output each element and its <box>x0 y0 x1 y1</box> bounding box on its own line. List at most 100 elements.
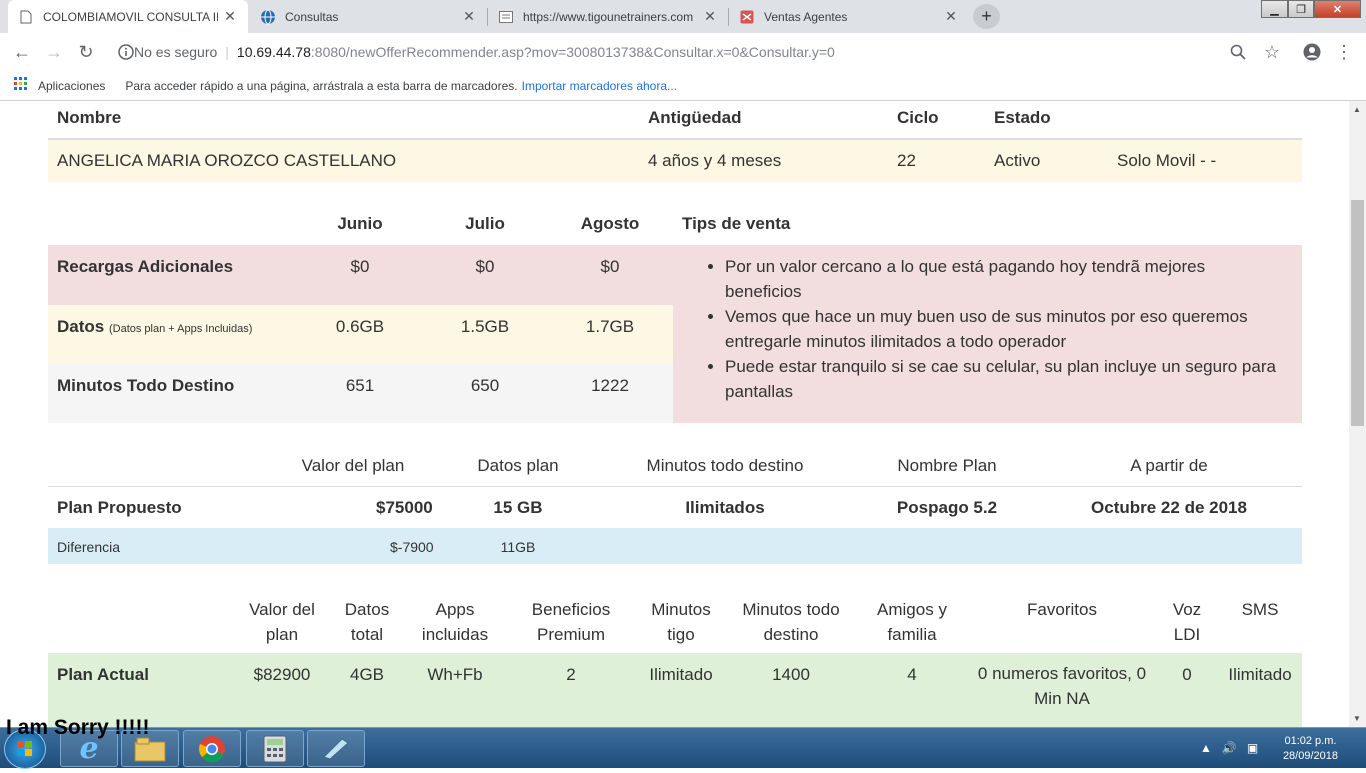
not-secure-label: No es seguro <box>134 44 218 60</box>
scrollbar-thumb[interactable] <box>1351 200 1364 426</box>
usage-value: $0 <box>475 257 495 276</box>
usage-row-datos: Datos (Datos plan + Apps Incluidas) 0.6G… <box>48 305 673 364</box>
usage-value: 650 <box>470 376 500 395</box>
taskbar-notes[interactable] <box>307 730 365 767</box>
usage-label-wrap: Datos (Datos plan + Apps Incluidas) <box>57 317 252 337</box>
tab-title: Ventas Agentes <box>764 9 848 24</box>
usage-row-minutos: Minutos Todo Destino 651 650 1222 <box>48 364 673 423</box>
current-header: Minutos todo destino <box>742 600 840 644</box>
url-separator: | <box>225 44 229 60</box>
tips-header: Tips de venta <box>682 214 791 233</box>
difference-label: Diferencia <box>57 539 121 555</box>
current-header: SMS <box>1241 600 1279 619</box>
current-label: Plan Actual <box>57 665 149 684</box>
current-value: Ilimitado <box>1228 665 1292 684</box>
browser-window: COLOMBIAMOVIL CONSULTA IN ✕ Consultas ✕ … <box>0 0 1366 769</box>
tray-expand-icon[interactable]: ▲ <box>1200 741 1212 755</box>
tab-strip: COLOMBIAMOVIL CONSULTA IN ✕ Consultas ✕ … <box>0 0 1366 33</box>
header-nombre-plan: Nombre Plan <box>897 456 997 475</box>
browser-toolbar: ← → ↻ No es seguro | 10.69.44.78 :8080/n… <box>0 33 1366 71</box>
windows-taskbar: e ▲ 🔊 ▣ 01:02 p.m. 28/09/2018 <box>0 727 1366 769</box>
tab-tigounetrainers[interactable]: https://www.tigounetrainers.com ✕ <box>488 0 728 33</box>
client-row: ANGELICA MARIA OROZCO CASTELLANO 4 años … <box>48 140 1302 182</box>
proposed-data: 15 GB <box>493 498 543 517</box>
tab-title: https://www.tigounetrainers.com <box>523 9 694 24</box>
usage-value: 1.5GB <box>460 317 510 336</box>
page-icon <box>18 9 34 25</box>
forward-arrow-icon[interactable]: → <box>44 42 64 62</box>
scroll-up-icon[interactable]: ▲ <box>1353 105 1361 114</box>
taskbar-chrome[interactable] <box>183 730 241 767</box>
vertical-scrollbar[interactable]: ▲ ▼ <box>1349 101 1366 727</box>
current-value: 2 <box>566 665 576 684</box>
current-value: 4GB <box>349 665 385 684</box>
difference-value: $-7900 <box>390 539 434 555</box>
proposed-from: Octubre 22 de 2018 <box>1091 498 1247 517</box>
apps-shortcut[interactable]: Aplicaciones <box>14 77 105 94</box>
account-icon[interactable] <box>1302 42 1322 62</box>
import-bookmarks-link[interactable]: Importar marcadores ahora... <box>522 79 677 93</box>
tips-panel: Por un valor cercano a lo que está pagan… <box>673 245 1302 423</box>
current-value: 4 <box>907 665 917 684</box>
scroll-down-icon[interactable]: ▼ <box>1353 714 1361 723</box>
info-icon[interactable] <box>118 44 134 63</box>
url-path: :8080/newOfferRecommender.asp?mov=300801… <box>310 44 835 60</box>
calculator-icon <box>263 735 287 762</box>
header-valor-plan: Valor del plan <box>301 456 405 475</box>
close-icon[interactable]: ✕ <box>222 8 238 25</box>
current-plan-row: Plan Actual $82900 4GB Wh+Fb 2 Ilimitado… <box>48 653 1302 727</box>
current-header: Voz LDI <box>1172 600 1202 644</box>
tab-ventas-agentes[interactable]: Ventas Agentes ✕ <box>729 0 969 33</box>
reload-icon[interactable]: ↻ <box>76 42 96 62</box>
page-content: Nombre Antigüedad Ciclo Estado ANGELICA … <box>0 101 1349 727</box>
calendar-icon <box>739 9 755 25</box>
close-window-button[interactable]: ✕ <box>1314 0 1361 18</box>
current-value: 0 numeros favoritos, 0 Min NA <box>977 664 1147 708</box>
current-value: 0 <box>1182 665 1192 684</box>
volume-icon[interactable]: 🔊 <box>1222 741 1237 755</box>
header-nombre: Nombre <box>57 108 122 127</box>
tip-item: Puede estar tranquilo si se cae su celul… <box>725 354 1285 404</box>
close-icon[interactable]: ✕ <box>702 8 718 25</box>
proposed-minutes: Ilimitados <box>685 498 765 517</box>
proposed-value: $75000 <box>376 498 433 517</box>
proposed-plan-name: Pospago 5.2 <box>896 498 998 517</box>
current-header: Valor del plan <box>249 600 315 644</box>
close-icon[interactable]: ✕ <box>943 8 959 25</box>
taskbar-calculator[interactable] <box>246 730 304 767</box>
menu-icon[interactable]: ⋮ <box>1334 42 1354 62</box>
minimize-button[interactable]: ▁ <box>1261 0 1288 18</box>
tab-consultas[interactable]: Consultas ✕ <box>250 0 487 33</box>
url-host: 10.69.44.78 <box>236 44 311 60</box>
close-icon[interactable]: ✕ <box>461 8 477 25</box>
back-arrow-icon[interactable]: ← <box>12 42 32 62</box>
usage-note: (Datos plan + Apps Incluidas) <box>108 323 253 335</box>
usage-value: 651 <box>345 376 375 395</box>
tab-colombiamovil[interactable]: COLOMBIAMOVIL CONSULTA IN ✕ <box>8 0 248 33</box>
new-tab-button[interactable]: + <box>973 4 1000 29</box>
header-ciclo: Ciclo <box>897 108 939 127</box>
usage-value: $0 <box>600 257 620 276</box>
system-tray: ▲ 🔊 ▣ <box>1200 741 1258 755</box>
network-icon[interactable]: ▣ <box>1247 741 1258 755</box>
header-datos-plan: Datos plan <box>477 456 559 475</box>
taskbar-clock[interactable]: 01:02 p.m. 28/09/2018 <box>1283 734 1338 764</box>
tab-title: COLOMBIAMOVIL CONSULTA IN <box>43 9 218 24</box>
proposed-label: Plan Propuesto <box>57 498 182 517</box>
client-status: Activo <box>994 151 1041 170</box>
divider <box>48 486 1302 487</box>
tip-item: Vemos que hace un muy buen uso de sus mi… <box>725 304 1285 354</box>
apps-grid-icon <box>14 77 28 94</box>
client-type: Solo Movil - - <box>1117 151 1217 170</box>
header-estado: Estado <box>994 108 1051 127</box>
current-header: Amigos y familia <box>877 600 947 644</box>
address-bar[interactable]: No es seguro | 10.69.44.78 :8080/newOffe… <box>110 39 1290 65</box>
client-cycle: 22 <box>897 151 916 170</box>
maximize-button[interactable]: ❐ <box>1288 0 1314 18</box>
star-icon[interactable]: ☆ <box>1262 42 1282 62</box>
usage-value: 0.6GB <box>335 317 385 336</box>
current-header: Beneficios Premium <box>531 600 611 644</box>
zoom-icon[interactable] <box>1228 42 1248 62</box>
month-header: Agosto <box>580 214 640 233</box>
current-value: $82900 <box>253 665 311 684</box>
